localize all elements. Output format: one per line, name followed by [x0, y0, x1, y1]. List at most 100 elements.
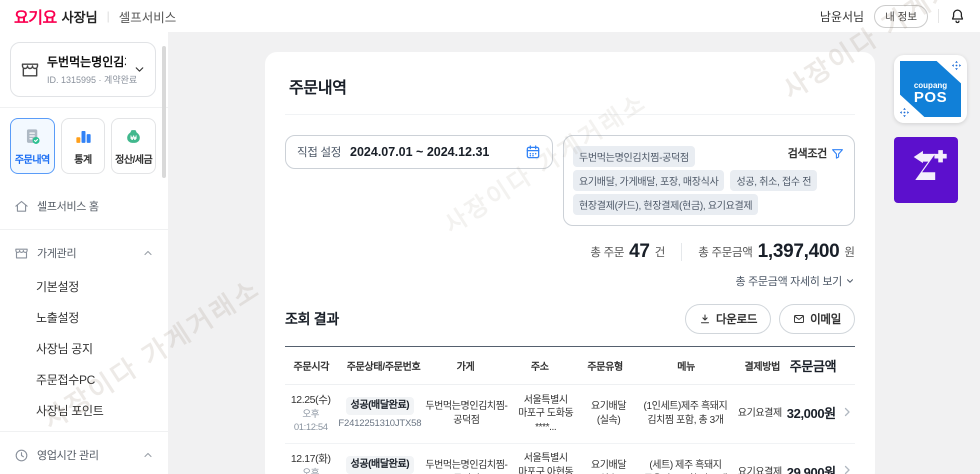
- store-meta: ID. 1315995 · 계약완료: [47, 73, 126, 86]
- chevron-right-icon: [841, 406, 853, 418]
- yogiyo-logo: 요기요: [14, 4, 57, 28]
- zplus-widget[interactable]: [894, 137, 958, 203]
- order-history-panel: 주문내역 직접 설정 2024.07.01 ~ 2024.12.31 두번먹는명…: [265, 52, 875, 474]
- amount-detail-link[interactable]: 총 주문금액 자세히 보기: [285, 273, 855, 289]
- cell-amount: 29,900원: [784, 464, 839, 474]
- filter-tag: 현장결제(카드), 현장결제(현금), 요기요결제: [573, 194, 758, 215]
- search-condition-button[interactable]: 검색조건: [788, 145, 844, 161]
- status-badge: 성공(배달완료): [346, 456, 415, 474]
- page-title: 주문내역: [285, 52, 855, 115]
- download-label: 다운로드: [716, 311, 757, 327]
- filter-funnel-icon: [831, 147, 844, 160]
- total-orders-unit: 건: [655, 244, 666, 260]
- tab-settlement-tax[interactable]: ₩ 정산/세금: [111, 118, 156, 174]
- pos-wordmark: POS: [914, 90, 947, 105]
- sidebar-item[interactable]: 사장님 공지: [0, 333, 168, 364]
- order-summary: 총 주문 47 건 총 주문금액 1,397,400 원: [285, 241, 855, 263]
- search-condition-label: 검색조건: [788, 145, 827, 161]
- cell-menu: (세트) 제주 흑돼지 묵은지... 포함, 총 1개: [635, 459, 736, 474]
- calendar-icon: [525, 144, 541, 160]
- sidebar-item[interactable]: 기본설정: [0, 271, 168, 302]
- filter-tag: 성공, 취소, 접수 전: [730, 170, 817, 191]
- sidebar-section-store-management[interactable]: 가게관리: [0, 235, 168, 271]
- coupang-pos-widget[interactable]: coupang POS: [894, 55, 967, 123]
- tab-order-history[interactable]: 주문내역: [10, 118, 55, 174]
- table-row[interactable]: 12.17(화)오후 07:49:25성공(배달완료)F2412171949JJ…: [285, 444, 855, 474]
- cell-status-orderno: 성공(배달완료)F2412171949JJQ71: [336, 456, 423, 474]
- column-header: 가게: [429, 358, 501, 373]
- sidebar-item-selfservice-home[interactable]: 셀프서비스 홈: [0, 188, 168, 224]
- my-info-button[interactable]: 내 정보: [874, 5, 928, 28]
- total-orders-label: 총 주문: [590, 244, 624, 260]
- service-name: 셀프서비스: [119, 7, 177, 26]
- svg-text:₩: ₩: [131, 135, 138, 142]
- column-header: 주문금액: [785, 356, 842, 375]
- bar-chart-icon: [74, 127, 93, 146]
- sidebar-item[interactable]: 사장님 포인트: [0, 395, 168, 426]
- store-name: 두번먹는명인김치찜...: [47, 53, 126, 70]
- cell-order-time: 12.25(수)오후 01:12:54: [285, 393, 336, 435]
- notification-bell-icon[interactable]: [949, 8, 966, 25]
- divider: [681, 243, 682, 261]
- status-badge: 성공(배달완료): [346, 397, 415, 415]
- zplus-logo-icon: [903, 146, 949, 194]
- email-button[interactable]: 이메일: [779, 304, 855, 334]
- section-title: 영업시간 관리: [37, 447, 99, 463]
- chevron-right-icon: [841, 464, 853, 474]
- cell-payment: 요기요결제: [736, 407, 784, 421]
- sidebar-item-label: 셀프서비스 홈: [37, 198, 99, 214]
- logo-suffix: 사장님: [62, 7, 98, 26]
- chevron-up-icon: [142, 449, 154, 461]
- chevron-down-icon: [845, 276, 855, 286]
- total-amount-label: 총 주문금액: [698, 244, 752, 260]
- sidebar-item[interactable]: 노출설정: [0, 302, 168, 333]
- move-handle-icon[interactable]: [899, 107, 910, 118]
- date-range-picker[interactable]: 직접 설정 2024.07.01 ~ 2024.12.31: [285, 135, 553, 169]
- column-header: 주문유형: [578, 358, 633, 373]
- download-button[interactable]: 다운로드: [685, 304, 771, 334]
- column-header: 주소: [502, 358, 578, 373]
- column-header: 결제방법: [740, 358, 785, 373]
- total-amount-unit: 원: [844, 244, 855, 260]
- download-icon: [699, 313, 711, 325]
- cell-order-time: 12.17(화)오후 07:49:25: [285, 452, 336, 474]
- storefront-icon: [20, 60, 40, 80]
- table-row[interactable]: 12.25(수)오후 01:12:54성공(배달완료)F2412251310JT…: [285, 385, 855, 444]
- column-header: 주문시각: [285, 358, 338, 373]
- total-amount-value: 1,397,400: [758, 241, 840, 263]
- sidebar-section-business-hours[interactable]: 영업시간 관리: [0, 437, 168, 473]
- section-title: 가게관리: [37, 245, 76, 261]
- cell-order-type: 요기배달(실속): [582, 459, 635, 474]
- filter-tag: 두번먹는명인김치찜-공덕점: [573, 146, 695, 167]
- sidebar-scrollbar[interactable]: [162, 46, 166, 178]
- user-name: 남윤서님: [820, 8, 864, 25]
- search-filter-summary: 두번먹는명인김치찜-공덕점요기배달, 가게배달, 포장, 매장식사성공, 취소,…: [563, 135, 855, 226]
- tab-label: 통계: [74, 151, 91, 166]
- date-mode-label: 직접 설정: [297, 144, 341, 160]
- header-divider-2: [938, 9, 939, 23]
- total-orders-value: 47: [629, 241, 650, 263]
- column-header: 주문상태/주문번호: [338, 358, 430, 373]
- cell-address: 서울특별시 마포구 도화동 ****...: [509, 394, 582, 435]
- results-title: 조회 결과: [285, 309, 339, 329]
- cell-payment: 요기요결제: [736, 466, 784, 474]
- cell-status-orderno: 성공(배달완료)F2412251310JTX58: [336, 397, 423, 430]
- order-doc-icon: [23, 127, 42, 146]
- table-body: 12.25(수)오후 01:12:54성공(배달완료)F2412251310JT…: [285, 385, 855, 474]
- money-bag-icon: ₩: [124, 127, 143, 146]
- top-header: 요기요 사장님 | 셀프서비스 남윤서님 내 정보: [0, 0, 980, 32]
- chevron-down-icon: [133, 63, 146, 76]
- tab-statistics[interactable]: 통계: [61, 118, 106, 174]
- store-selector[interactable]: 두번먹는명인김치찜... ID. 1315995 · 계약완료: [10, 42, 156, 97]
- table-header-row: 주문시각주문상태/주문번호가게주소주문유형메뉴결제방법주문금액: [285, 346, 855, 385]
- tab-label: 정산/세금: [115, 151, 152, 166]
- email-label: 이메일: [810, 311, 841, 327]
- cell-store: 두번먹는명인김치찜-공덕점: [423, 459, 509, 474]
- chevron-up-icon: [142, 247, 154, 259]
- cell-store: 두번먹는명인김치찜-공덕점: [423, 400, 509, 427]
- move-handle-icon[interactable]: [951, 60, 962, 71]
- cell-order-type: 요기배달(실속): [582, 400, 635, 427]
- cell-amount: 32,000원: [784, 405, 839, 423]
- sidebar-item[interactable]: 주문접수PC: [0, 364, 168, 395]
- cell-address: 서울특별시 마포구 아현동 ****...: [509, 452, 582, 474]
